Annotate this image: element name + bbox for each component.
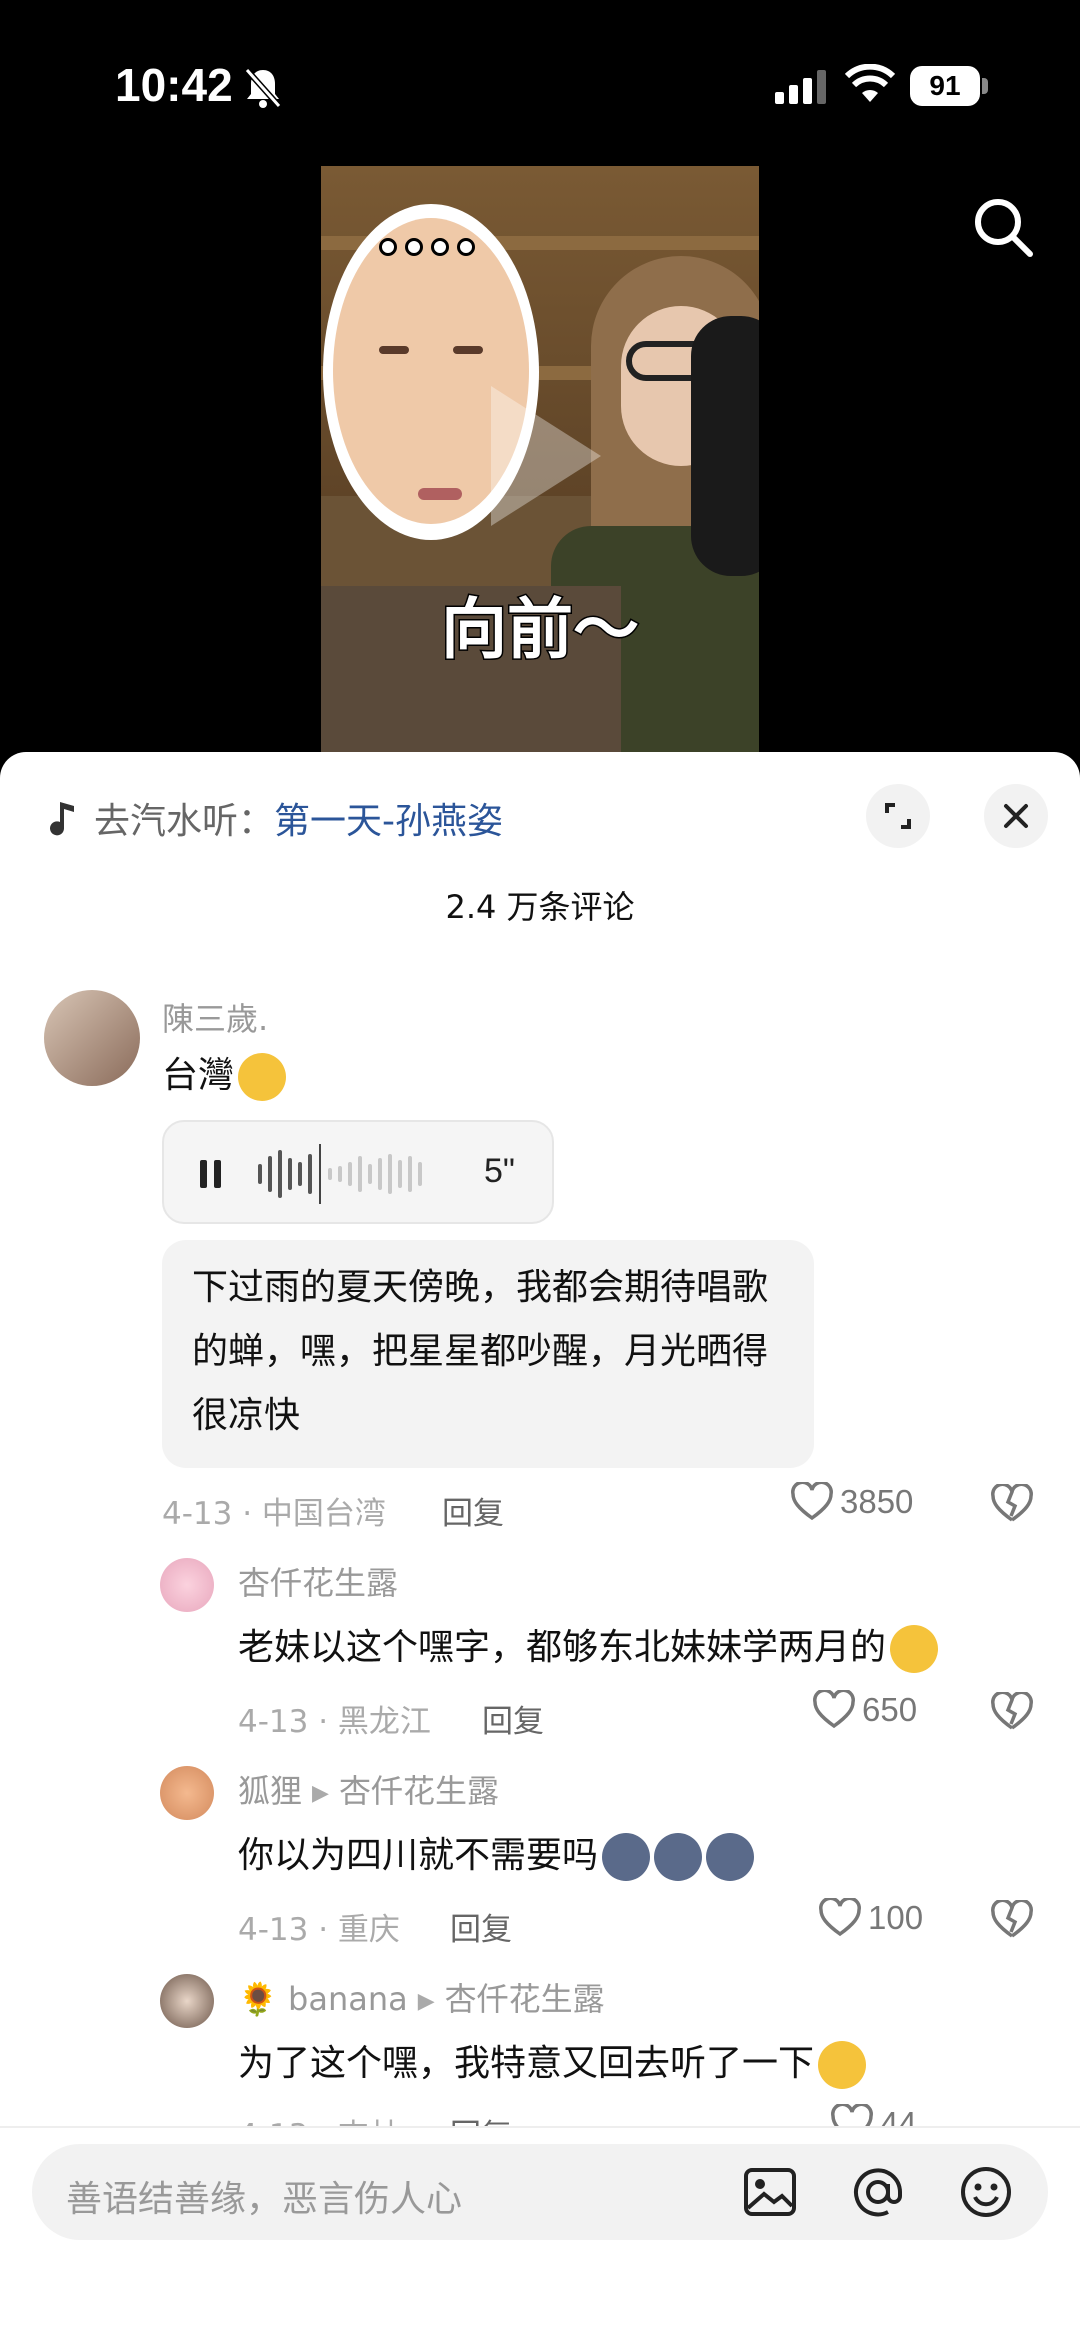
reply-meta: 4-13 · 重庆: [238, 1912, 400, 1948]
laugh-cry-emoji-icon: [818, 2041, 867, 2089]
play-icon[interactable]: [471, 376, 611, 536]
comment-meta: 4-13 · 中国台湾: [162, 1496, 386, 1532]
mention-icon[interactable]: [850, 2164, 906, 2220]
close-icon: [1004, 804, 1028, 828]
comment-input-placeholder: 善语结善缘，恶言伤人心: [66, 2179, 463, 2220]
music-link[interactable]: 去汽水听： 第一天-孙燕姿: [48, 792, 503, 844]
reply-button[interactable]: 回复: [450, 1904, 512, 1949]
reply-to-arrow-icon: ▶: [312, 1780, 329, 1806]
like-button[interactable]: 650: [812, 1690, 917, 1730]
silent-bell-icon: [244, 68, 282, 108]
fox-emoji-icon: [706, 1833, 755, 1881]
avatar[interactable]: [44, 990, 140, 1086]
laugh-cry-emoji-icon: [238, 1053, 287, 1101]
comment-username[interactable]: 陳三歲.: [162, 994, 268, 1040]
reply-username[interactable]: 狐狸 ▶ 杏仟花生露: [238, 1766, 499, 1812]
reply-button[interactable]: 回复: [482, 1696, 544, 1741]
reply-to-arrow-icon: ▶: [417, 1988, 435, 2014]
voice-message-player[interactable]: 5": [162, 1120, 554, 1224]
waveform-icon: [258, 1144, 422, 1204]
music-song-title[interactable]: 第一天-孙燕姿: [274, 792, 503, 844]
emoji-icon[interactable]: [958, 2164, 1014, 2220]
reply-username[interactable]: 杏仟花生露: [238, 1558, 398, 1604]
video-microphone: [691, 316, 759, 576]
video-player[interactable]: 向前～: [321, 166, 759, 756]
reply-button[interactable]: 回复: [442, 1488, 504, 1533]
comment-sheet: 去汽水听： 第一天-孙燕姿 2.4 万条评论 陳三歲. 台灣 5" 下过雨的夏天…: [0, 752, 1080, 2348]
reply-text: 老妹以这个嘿字，都够东北妹妹学两月的: [238, 1618, 939, 1673]
music-note-icon: [50, 802, 74, 836]
wifi-icon: [845, 64, 895, 102]
search-icon[interactable]: [972, 196, 1036, 260]
heart-icon: [813, 1690, 855, 1729]
like-button[interactable]: 100: [818, 1898, 923, 1938]
expand-icon: [885, 803, 911, 829]
comment-text: 台灣: [162, 1046, 287, 1101]
comment-input[interactable]: 善语结善缘，恶言伤人心: [32, 2144, 1048, 2240]
avatar[interactable]: [160, 1766, 214, 1820]
expand-button[interactable]: [866, 784, 930, 848]
avatar[interactable]: [160, 1558, 214, 1612]
video-sticker-dots: [379, 238, 475, 256]
battery-level: 91: [910, 66, 980, 106]
music-prefix: 去汽水听：: [94, 801, 275, 842]
heart-icon: [819, 1898, 861, 1937]
like-count: 3850: [840, 1483, 914, 1520]
like-count: 100: [868, 1899, 924, 1936]
comment-count-title: 2.4 万条评论: [445, 888, 635, 926]
video-caption: 向前～: [440, 590, 641, 670]
broken-heart-icon[interactable]: [990, 1484, 1034, 1524]
divider: [0, 2126, 1080, 2128]
pause-icon[interactable]: [198, 1160, 224, 1188]
reply-text: 为了这个嘿，我特意又回去听了一下: [238, 2034, 867, 2089]
voice-duration: 5": [484, 1152, 515, 1190]
image-icon[interactable]: [742, 2164, 798, 2220]
lyrics-quote: 下过雨的夏天傍晚，我都会期待唱歌的蝉，嘿，把星星都吵醒，月光晒得很凉快: [162, 1240, 814, 1468]
fox-emoji-icon: [602, 1833, 651, 1881]
heart-icon: [791, 1482, 833, 1521]
avatar[interactable]: [160, 1974, 214, 2028]
fox-emoji-icon: [654, 1833, 703, 1881]
reply-text: 你以为四川就不需要吗: [238, 1826, 755, 1881]
battery-tip: [982, 78, 988, 94]
status-time: 10:42: [115, 59, 233, 111]
reply-username[interactable]: 🌻 banana ▶ 杏仟花生露: [238, 1974, 605, 2020]
grin-emoji-icon: [890, 1625, 939, 1673]
reply-meta: 4-13 · 黑龙江: [238, 1704, 431, 1740]
broken-heart-icon[interactable]: [990, 1900, 1034, 1940]
like-button[interactable]: 3850: [790, 1482, 913, 1522]
cellular-signal-icon: [775, 70, 826, 104]
like-count: 650: [862, 1691, 918, 1728]
close-button[interactable]: [984, 784, 1048, 848]
broken-heart-icon[interactable]: [990, 1692, 1034, 1732]
status-bar: 10:42 91: [0, 0, 1080, 160]
